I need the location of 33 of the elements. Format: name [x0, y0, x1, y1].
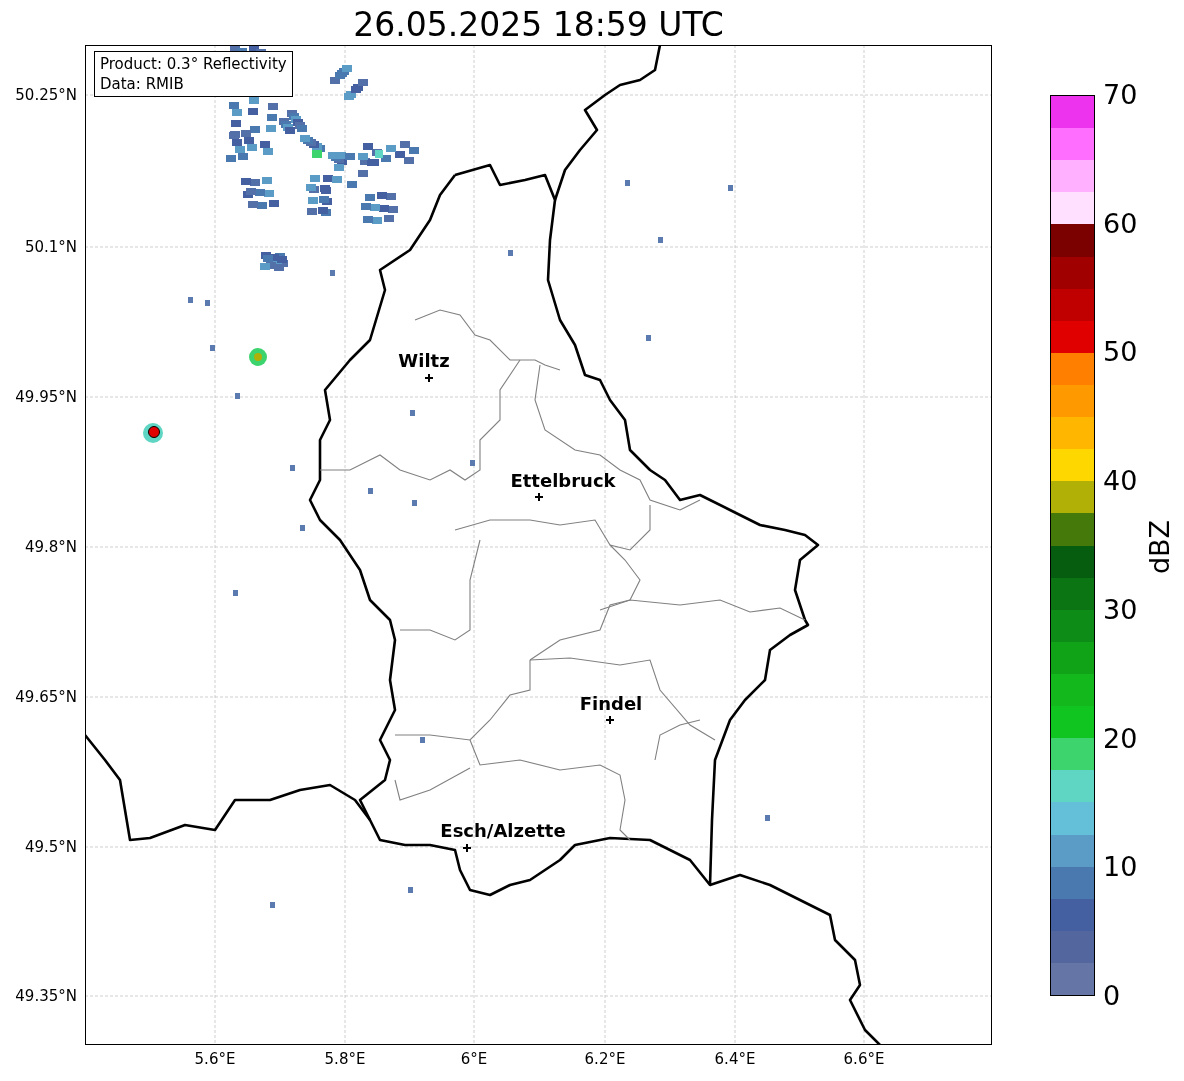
axis-tick-label: 49.5°N	[23, 838, 77, 856]
colorbar-label: dBZ	[1143, 518, 1176, 577]
colorbar-tick-label: 10	[1103, 850, 1138, 885]
colorbar-tick-label: 30	[1103, 592, 1138, 627]
place-label: Findel	[579, 695, 643, 713]
city-marker-icon	[463, 844, 471, 852]
colorbar-tick-label: 40	[1103, 464, 1138, 499]
axis-tick-label: 6.4°E	[713, 1050, 757, 1068]
axis-tick-label: 6.2°E	[583, 1050, 627, 1068]
colorbar-tick-label: 70	[1103, 78, 1138, 112]
axis-tick-label: 49.95°N	[14, 388, 77, 406]
axis-tick-label: 6.6°E	[842, 1050, 886, 1068]
city-marker-icon	[535, 493, 543, 501]
axis-tick-label: 49.35°N	[14, 987, 77, 1005]
axis-tick-label: 49.65°N	[14, 688, 77, 706]
axis-tick-label: 50.25°N	[14, 86, 77, 104]
info-text: Product: 0.3° Reflectivity	[100, 54, 287, 74]
axis-tick-label: 5.8°E	[323, 1050, 367, 1068]
place-label: Ettelbruck	[510, 472, 616, 490]
axis-tick-label: 6°E	[459, 1050, 489, 1068]
axis-tick-label: 5.6°E	[193, 1050, 237, 1068]
axis-tick-label: 49.8°N	[23, 538, 77, 556]
axis-tick-label: 50.1°N	[23, 238, 77, 256]
colorbar-tick-label: 60	[1103, 206, 1138, 241]
city-marker-icon	[425, 374, 433, 382]
city-marker-icon	[606, 716, 614, 724]
place-label: Esch/Alzette	[440, 822, 566, 840]
info-text: Data: RMIB	[100, 74, 185, 94]
colorbar-tick-label: 20	[1103, 721, 1138, 756]
place-label: Wiltz	[398, 352, 450, 370]
colorbar-tick-label: 50	[1103, 335, 1138, 370]
colorbar-tick-label: 0	[1103, 979, 1121, 1013]
chart-title: 26.05.2025 18:59 UTC	[352, 4, 725, 46]
